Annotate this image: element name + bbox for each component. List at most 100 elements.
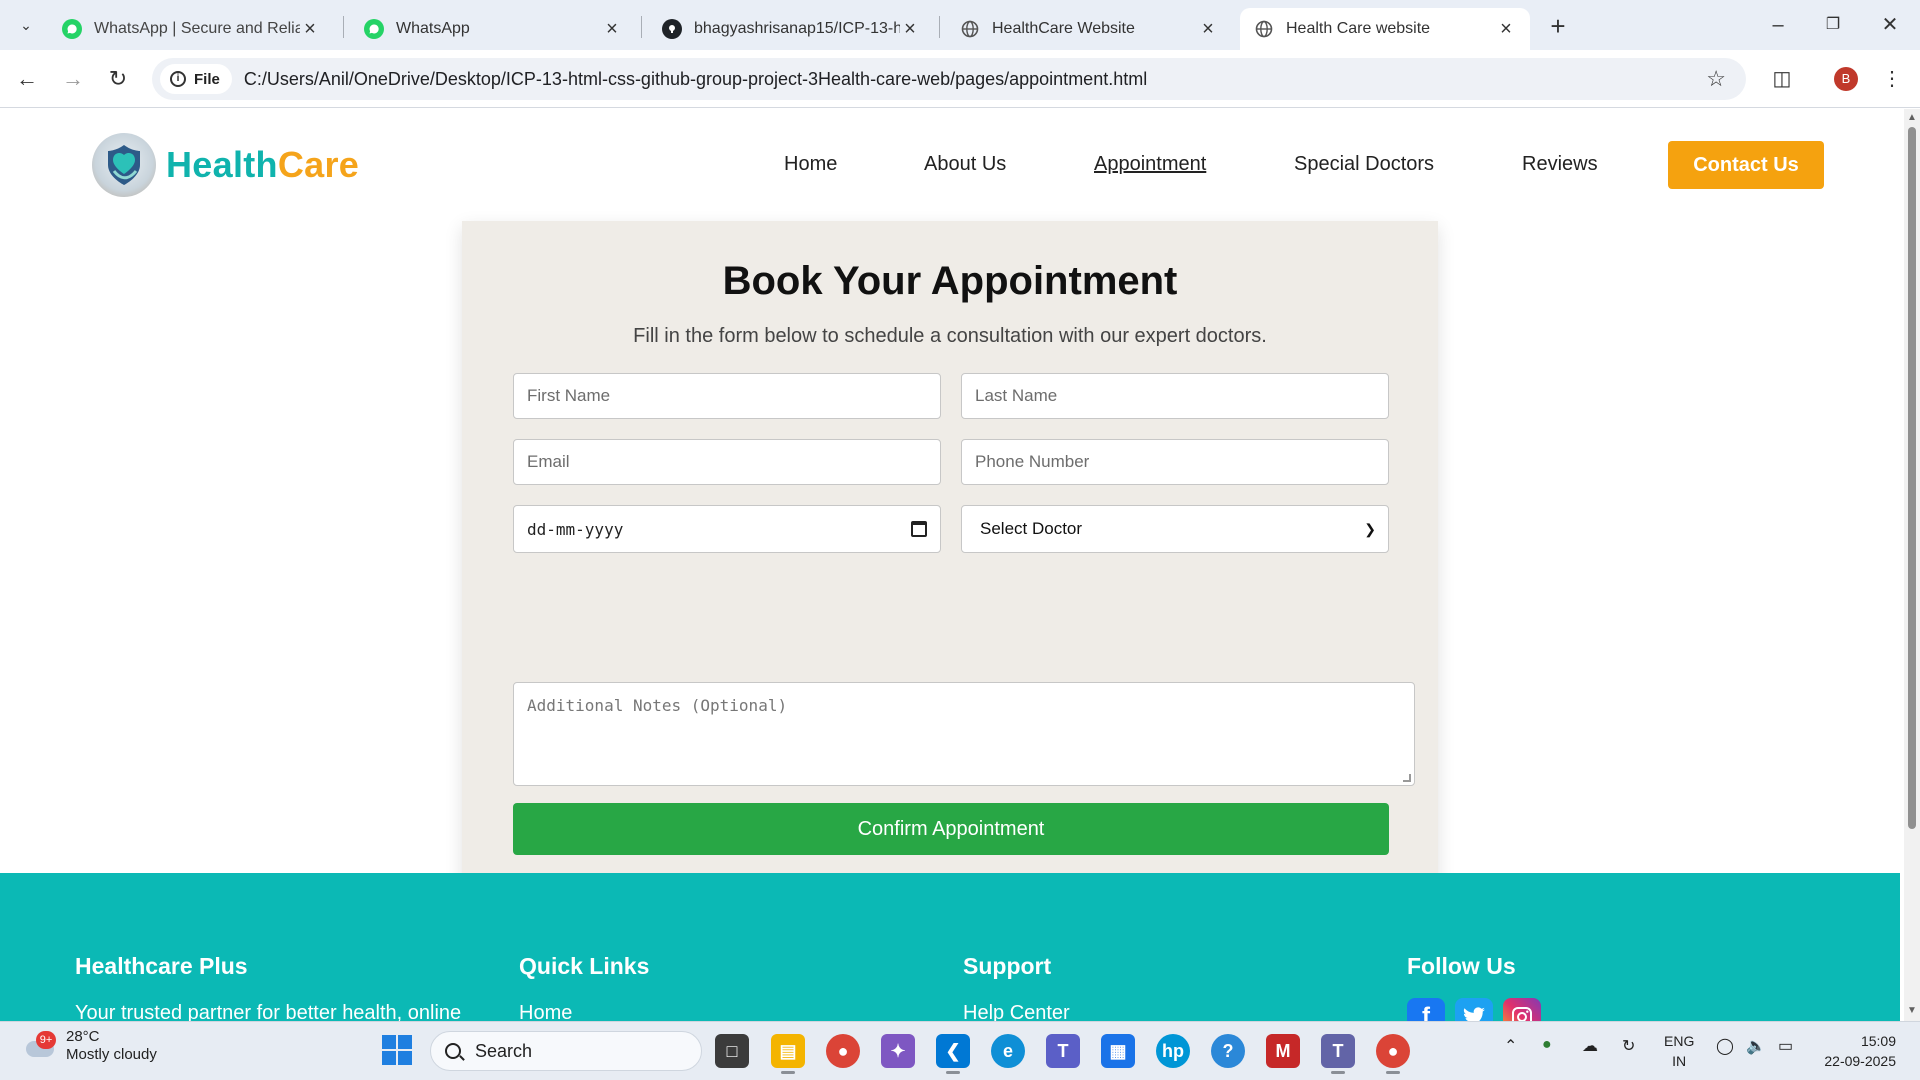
confirm-appointment-button[interactable]: Confirm Appointment	[513, 803, 1389, 855]
copilot-icon[interactable]: ✦	[881, 1034, 915, 1068]
onedrive-icon[interactable]: ☁	[1582, 1036, 1598, 1056]
browser-tab-whatsapp[interactable]: WhatsApp ×	[350, 8, 636, 50]
heart-shield-logo-icon	[92, 133, 156, 197]
additional-notes-textarea[interactable]: Additional Notes (Optional)	[513, 682, 1415, 786]
tab-separator	[343, 16, 344, 38]
github-icon	[662, 19, 682, 39]
task-view-icon[interactable]: □	[715, 1034, 749, 1068]
doctor-select[interactable]: Select Doctor ❯	[961, 505, 1389, 553]
resize-handle-icon[interactable]	[1403, 774, 1411, 782]
back-button[interactable]: ←	[12, 64, 42, 94]
taskbar-search[interactable]: Search	[430, 1031, 702, 1071]
nav-appointment[interactable]: Appointment	[1094, 153, 1206, 176]
page-scrollbar[interactable]: ▲ ▼	[1904, 109, 1920, 1021]
file-explorer-icon[interactable]: ▤	[771, 1034, 805, 1074]
chevron-up-icon[interactable]: ⌃	[1504, 1036, 1517, 1056]
footer-link-help-center[interactable]: Help Center	[963, 1000, 1363, 1021]
close-icon[interactable]: ×	[900, 18, 920, 41]
site-logo[interactable]: HealthCare	[92, 133, 359, 197]
browser-menu-icon[interactable]: ⋮	[1880, 64, 1904, 94]
phone-number-input[interactable]: Phone Number	[961, 439, 1389, 485]
clock-date: 22-09-2025	[1824, 1053, 1896, 1069]
tab-title: WhatsApp	[396, 20, 470, 37]
close-icon[interactable]: ×	[300, 18, 320, 41]
browser-tab-whatsapp-secure[interactable]: WhatsApp | Secure and Reliable ×	[48, 8, 334, 50]
last-name-input[interactable]: Last Name	[961, 373, 1389, 419]
form-subtitle: Fill in the form below to schedule a con…	[633, 325, 1267, 347]
teams-work-icon[interactable]: T	[1321, 1034, 1355, 1074]
close-icon[interactable]: ×	[1496, 18, 1516, 41]
reload-icon: ↻	[108, 66, 128, 91]
browser-tab-github[interactable]: bhagyashrisanap15/ICP-13-htm ×	[648, 8, 934, 50]
tab-title: bhagyashrisanap15/ICP-13-htm	[694, 20, 900, 37]
language-indicator[interactable]: ENG IN	[1664, 1031, 1694, 1071]
footer-col-quick-links: Quick Links Home	[519, 953, 919, 1021]
weather-temperature: 28°C	[66, 1028, 100, 1045]
url-text[interactable]: C:/Users/Anil/OneDrive/Desktop/ICP-13-ht…	[244, 69, 1147, 90]
edge-icon[interactable]: e	[991, 1034, 1025, 1068]
facebook-icon[interactable]: f	[1407, 998, 1445, 1021]
tab-search-button[interactable]: ⌄	[12, 11, 40, 39]
chrome-icon[interactable]: ●	[826, 1034, 860, 1068]
cloud-icon: 9+	[22, 1031, 56, 1059]
sync-icon[interactable]: ↻	[1622, 1036, 1635, 1056]
scroll-down-icon[interactable]: ▼	[1906, 1005, 1918, 1017]
globe-icon	[960, 19, 980, 39]
minimize-button[interactable]: –	[1758, 8, 1798, 42]
close-window-button[interactable]: ✕	[1870, 8, 1910, 42]
scroll-up-icon[interactable]: ▲	[1906, 112, 1918, 124]
footer-link-home[interactable]: Home	[519, 1000, 919, 1021]
restore-button[interactable]: ❐	[1813, 8, 1853, 42]
weather-condition: Mostly cloudy	[66, 1046, 157, 1063]
browser-tab-health-care-website[interactable]: Health Care website ×	[1240, 8, 1530, 50]
forward-button[interactable]: →	[58, 64, 88, 94]
windows-start-icon[interactable]	[382, 1035, 412, 1065]
first-name-input[interactable]: First Name	[513, 373, 941, 419]
help-icon[interactable]: ?	[1211, 1034, 1245, 1068]
close-icon[interactable]: ×	[602, 18, 622, 41]
extensions-puzzle-icon[interactable]: ◫	[1767, 64, 1797, 94]
tab-separator	[939, 16, 940, 38]
weather-badge: 9+	[36, 1031, 56, 1049]
appointment-date-input[interactable]: dd-mm-yyyy	[513, 505, 941, 553]
arrow-right-icon: →	[62, 66, 84, 91]
chrome-active-icon[interactable]: ●	[1376, 1034, 1410, 1074]
reload-button[interactable]: ↻	[103, 64, 133, 94]
nav-about-us[interactable]: About Us	[924, 153, 1006, 176]
profile-avatar[interactable]: B	[1834, 67, 1858, 91]
page-title: Book Your Appointment	[722, 259, 1178, 303]
address-bar[interactable]: i File C:/Users/Anil/OneDrive/Desktop/IC…	[152, 58, 1746, 100]
browser-tab-healthcare-website[interactable]: HealthCare Website ×	[946, 8, 1232, 50]
new-tab-button[interactable]: +	[1543, 12, 1573, 42]
instagram-icon[interactable]	[1503, 998, 1541, 1021]
bookmark-star-icon[interactable]: ☆	[1706, 66, 1726, 92]
twitter-icon[interactable]	[1455, 998, 1493, 1021]
language-code: ENG	[1664, 1033, 1695, 1049]
email-input[interactable]: Email	[513, 439, 941, 485]
contact-us-button[interactable]: Contact Us	[1668, 141, 1824, 189]
volume-icon[interactable]: 🔈	[1746, 1036, 1766, 1056]
hp-icon[interactable]: hp	[1156, 1034, 1190, 1068]
notes-placeholder: Additional Notes (Optional)	[527, 696, 788, 715]
close-icon[interactable]: ×	[1198, 18, 1218, 41]
system-clock[interactable]: 15:09 22-09-2025	[1816, 1031, 1896, 1071]
nav-home[interactable]: Home	[784, 153, 837, 176]
nav-reviews[interactable]: Reviews	[1522, 153, 1598, 176]
vscode-icon[interactable]: ❮	[936, 1034, 970, 1074]
security-shield-icon[interactable]: ●	[1542, 1036, 1552, 1054]
nav-special-doctors[interactable]: Special Doctors	[1294, 153, 1434, 176]
weather-widget[interactable]: 9+ 28°C Mostly cloudy	[22, 1028, 157, 1064]
arrow-left-icon: ←	[16, 66, 38, 91]
battery-icon[interactable]: ▭	[1778, 1036, 1793, 1056]
network-globe-icon[interactable]: ◯	[1716, 1036, 1734, 1056]
mcafee-icon[interactable]: M	[1266, 1034, 1300, 1068]
teams-icon[interactable]: T	[1046, 1034, 1080, 1068]
site-chip-label: File	[194, 70, 220, 88]
clock-time: 15:09	[1860, 1033, 1896, 1049]
scrollbar-thumb[interactable]	[1908, 127, 1916, 829]
whatsapp-icon	[364, 19, 384, 39]
site-info-chip[interactable]: i File	[160, 64, 232, 94]
microsoft-store-icon[interactable]: ▦	[1101, 1034, 1135, 1068]
calendar-icon[interactable]	[911, 521, 927, 537]
chevron-down-icon: ⌄	[20, 16, 32, 33]
